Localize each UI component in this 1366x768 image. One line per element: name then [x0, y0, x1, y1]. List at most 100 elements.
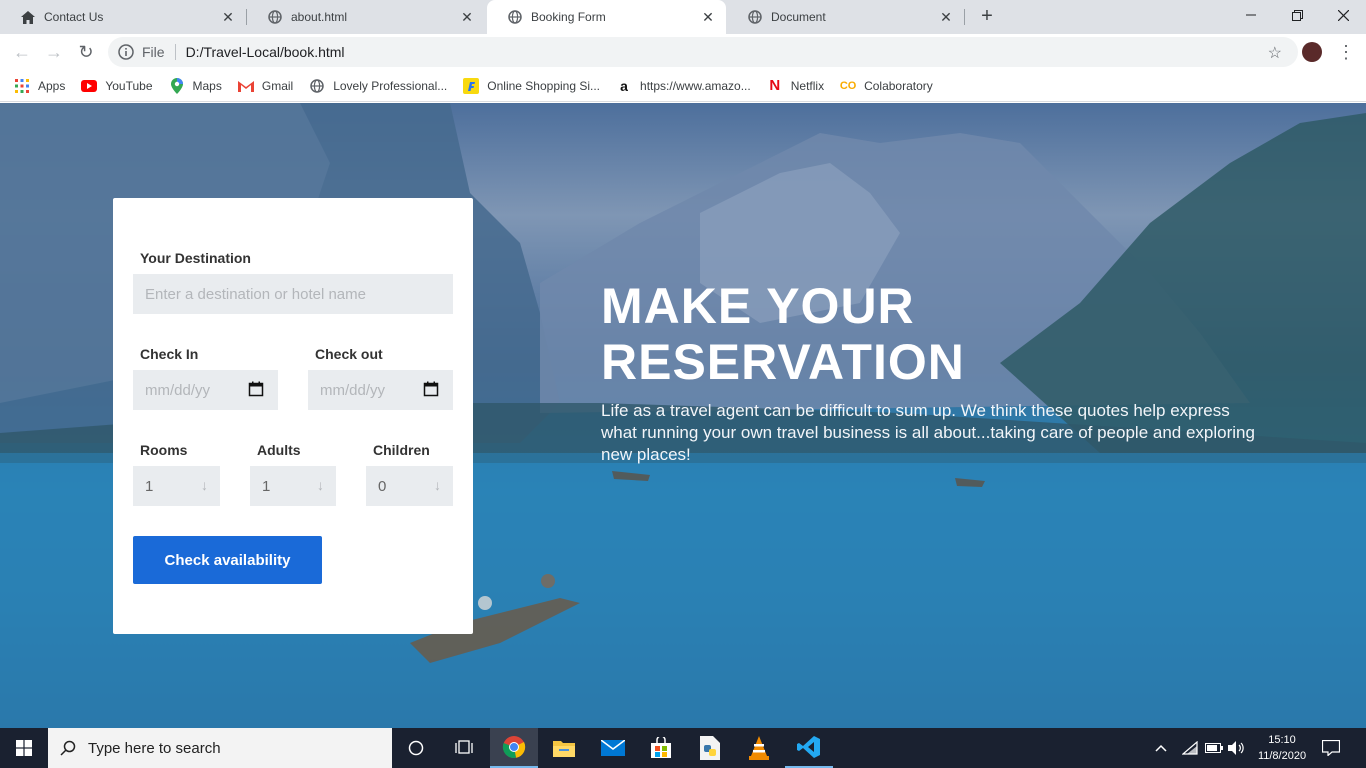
bookmark-maps[interactable]: Maps	[169, 77, 222, 94]
bookmark-netflix[interactable]: N Netflix	[767, 77, 825, 94]
bookmark-star-icon[interactable]: ☆	[1268, 43, 1282, 63]
youtube-icon	[81, 78, 98, 94]
checkin-date-field[interactable]: mm/dd/yy	[133, 370, 278, 410]
mail-icon[interactable]	[589, 728, 637, 768]
bookmark-label: Netflix	[790, 78, 825, 93]
destination-field[interactable]	[133, 274, 453, 314]
tab-document[interactable]: Document ✕	[727, 0, 964, 34]
url-text[interactable]: D:/Travel-Local/book.html	[186, 44, 345, 60]
bookmark-online-shopping[interactable]: Online Shopping Si...	[463, 77, 600, 94]
down-arrow-icon: ↓	[317, 477, 324, 493]
browser-toolbar: ← → ↻ File D:/Travel-Local/book.html ☆	[0, 34, 1366, 70]
file-explorer-icon[interactable]	[540, 728, 588, 768]
rooms-label: Rooms	[140, 442, 188, 458]
tab-contact-us[interactable]: Contact Us ✕	[0, 0, 246, 34]
hero-title: MAKE YOUR RESERVATION	[601, 278, 965, 390]
clock-time: 15:10	[1268, 734, 1296, 746]
tab-booking-form[interactable]: Booking Form ✕	[487, 0, 726, 34]
children-select[interactable]: 0 ↓	[366, 466, 453, 506]
cortana-icon[interactable]	[392, 728, 440, 768]
amazon-icon: a	[620, 77, 628, 94]
clock-date: 11/8/2020	[1257, 750, 1307, 762]
rooms-value: 1	[145, 477, 154, 495]
search-icon	[60, 740, 76, 756]
forward-arrow-icon[interactable]: →	[42, 40, 66, 64]
vlc-icon[interactable]	[735, 728, 783, 768]
restore-icon[interactable]	[1274, 0, 1320, 30]
tab-title: Document	[771, 10, 826, 24]
rooms-select[interactable]: 1 ↓	[133, 466, 220, 506]
bookmark-label: YouTube	[105, 78, 153, 93]
adults-select[interactable]: 1 ↓	[250, 466, 336, 506]
children-value: 0	[378, 477, 387, 495]
bookmark-label: Lovely Professional...	[333, 78, 448, 93]
tab-title: Contact Us	[44, 10, 104, 24]
bookmark-gmail[interactable]: Gmail	[237, 78, 293, 94]
colab-icon: CO	[839, 79, 857, 92]
search-placeholder: Type here to search	[88, 739, 221, 757]
close-tab-icon[interactable]: ✕	[220, 9, 236, 25]
globe-icon	[747, 9, 763, 25]
destination-input[interactable]	[145, 285, 453, 303]
address-bar[interactable]: File D:/Travel-Local/book.html ☆	[108, 37, 1298, 67]
notifications-icon[interactable]	[1322, 728, 1340, 768]
show-hidden-icons[interactable]	[1155, 728, 1167, 768]
info-icon[interactable]	[118, 44, 134, 60]
down-arrow-icon: ↓	[201, 477, 208, 493]
booking-form-card: Your Destination Check In mm/dd/yy Check…	[113, 198, 473, 634]
close-tab-icon[interactable]: ✕	[459, 9, 475, 25]
bookmark-youtube[interactable]: YouTube	[81, 78, 153, 94]
minimize-icon[interactable]	[1228, 0, 1274, 30]
check-availability-button[interactable]: Check availability	[133, 536, 322, 584]
checkin-label: Check In	[140, 346, 199, 362]
windows-taskbar: Type here to search 15:10 11/8/2020	[0, 728, 1366, 768]
netflix-icon: N	[769, 77, 781, 94]
close-window-icon[interactable]	[1320, 0, 1366, 30]
battery-icon[interactable]	[1205, 728, 1223, 768]
bookmark-apps[interactable]: Apps	[14, 78, 65, 94]
task-view-icon[interactable]	[440, 728, 488, 768]
new-tab-icon[interactable]: +	[976, 6, 998, 28]
bookmark-label: Apps	[38, 78, 66, 93]
maps-pin-icon	[169, 77, 185, 94]
close-tab-icon[interactable]: ✕	[700, 9, 716, 25]
vscode-icon[interactable]	[785, 728, 833, 768]
apps-grid-icon	[14, 78, 30, 94]
profile-avatar[interactable]	[1302, 42, 1322, 62]
hero-title-line-2: RESERVATION	[601, 334, 965, 390]
bookmark-label: Maps	[192, 78, 222, 93]
back-arrow-icon[interactable]: ←	[10, 40, 34, 64]
tab-divider	[964, 9, 965, 25]
destination-label: Your Destination	[140, 250, 251, 266]
checkout-label: Check out	[315, 346, 383, 362]
bookmark-colaboratory[interactable]: CO Colaboratory	[840, 78, 933, 94]
hero-title-line-1: MAKE YOUR	[601, 278, 915, 334]
reload-icon[interactable]: ↻	[74, 40, 98, 64]
tab-title: Booking Form	[531, 10, 606, 24]
gmail-icon	[237, 78, 254, 94]
store-icon[interactable]	[637, 728, 685, 768]
checkout-date-field[interactable]: mm/dd/yy	[308, 370, 453, 410]
network-icon[interactable]	[1182, 728, 1198, 768]
taskbar-search[interactable]: Type here to search	[48, 728, 392, 768]
globe-icon	[267, 9, 283, 25]
python-file-icon[interactable]	[686, 728, 734, 768]
chrome-taskbar-icon[interactable]	[490, 728, 538, 768]
browser-tab-strip: Contact Us ✕ about.html ✕ Booking Form ✕…	[0, 0, 1366, 34]
volume-icon[interactable]	[1228, 728, 1246, 768]
windows-start-icon[interactable]	[0, 728, 48, 768]
system-clock[interactable]: 15:10 11/8/2020	[1250, 732, 1314, 764]
adults-label: Adults	[257, 442, 301, 458]
url-divider	[174, 44, 176, 60]
adults-value: 1	[262, 477, 271, 495]
browser-menu-icon[interactable]: ⋮	[1337, 42, 1355, 62]
bookmark-amazon[interactable]: a https://www.amazo...	[616, 78, 751, 94]
bookmark-lovely-professional[interactable]: Lovely Professional...	[309, 78, 447, 94]
close-tab-icon[interactable]: ✕	[938, 9, 954, 25]
calendar-icon[interactable]	[248, 381, 264, 397]
calendar-icon[interactable]	[423, 381, 439, 397]
globe-icon	[309, 78, 325, 94]
tab-about[interactable]: about.html ✕	[247, 0, 485, 34]
children-label: Children	[373, 442, 430, 458]
bookmark-label: Colaboratory	[864, 78, 933, 93]
